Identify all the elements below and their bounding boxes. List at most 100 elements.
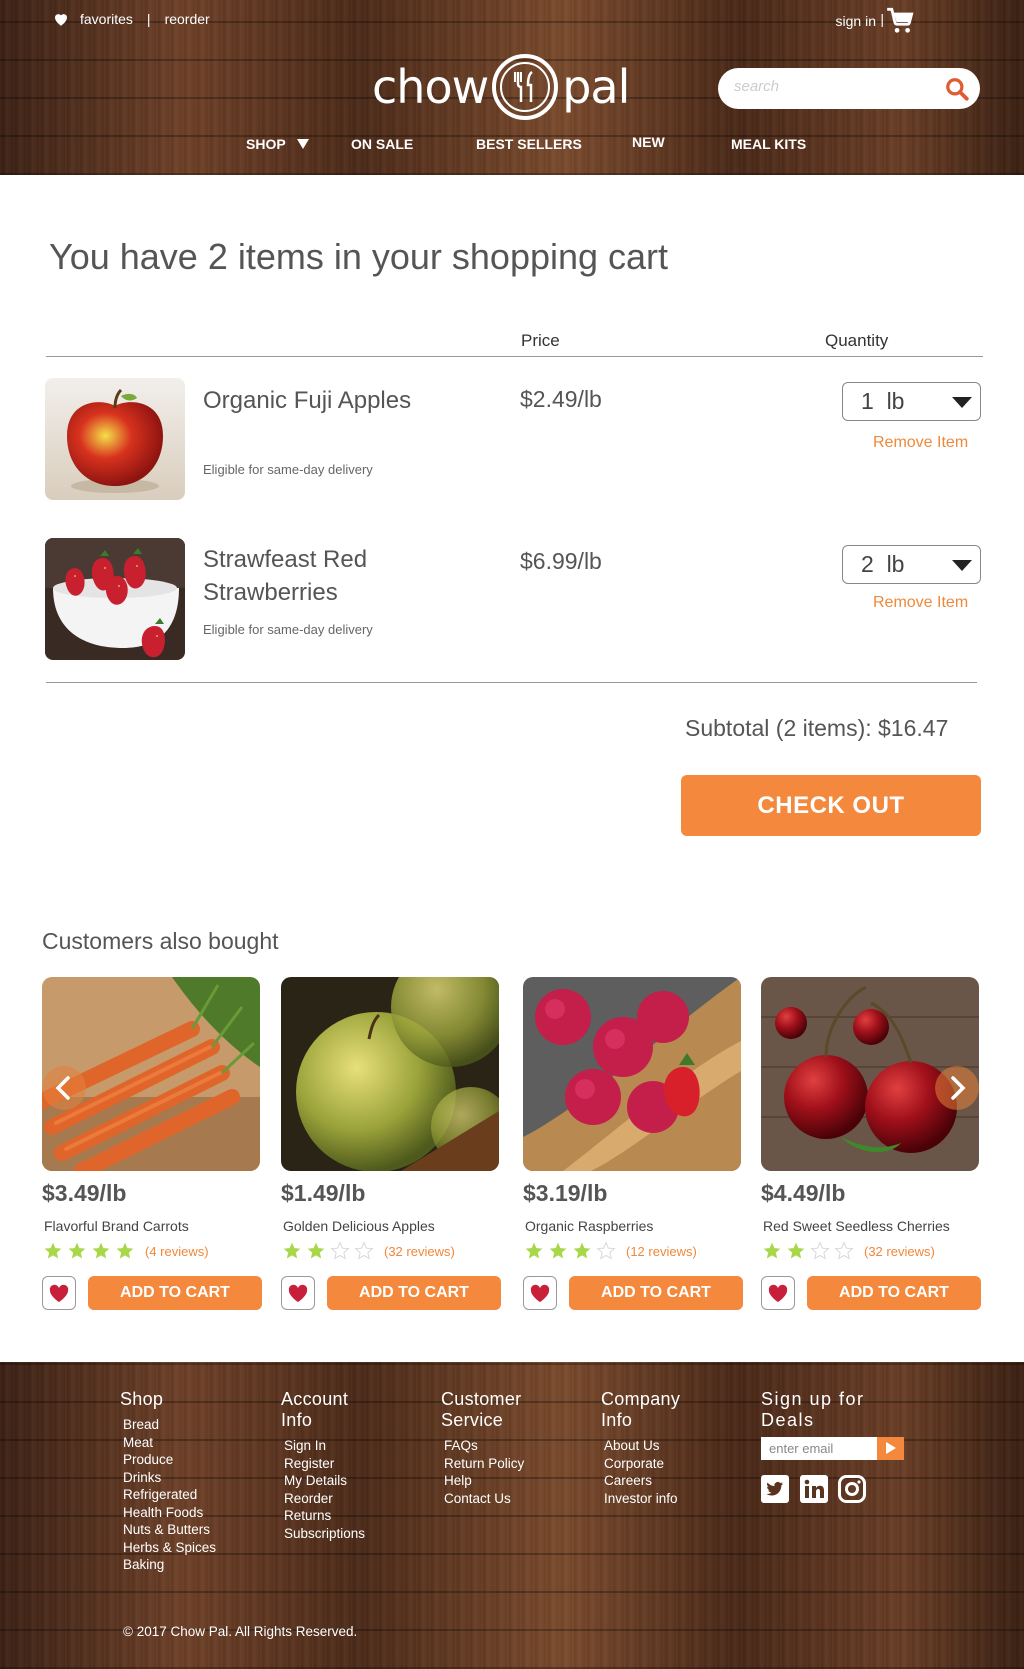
footer-link[interactable]: Corporate <box>604 1455 680 1473</box>
footer-heading-line: Service <box>441 1410 504 1430</box>
review-count[interactable]: (32 reviews) <box>864 1244 935 1259</box>
footer-link[interactable]: My Details <box>284 1472 365 1490</box>
sign-in-link[interactable]: sign in <box>836 13 876 29</box>
heart-icon[interactable] <box>52 10 70 28</box>
top-links: favorites | reorder <box>52 10 210 28</box>
footer-heading-line: Sign up for <box>761 1389 865 1409</box>
star-icon <box>68 1242 86 1259</box>
rec-image-raspberries[interactable] <box>523 977 741 1171</box>
heart-icon <box>49 1284 69 1303</box>
favorite-button[interactable] <box>42 1276 76 1310</box>
footer-link[interactable]: Investor info <box>604 1490 680 1508</box>
footer-link[interactable]: Register <box>284 1455 365 1473</box>
delivery-note: Eligible for same-day delivery <box>203 462 373 477</box>
footer-link[interactable]: Subscriptions <box>284 1525 365 1543</box>
remove-item-link[interactable]: Remove Item <box>873 594 968 612</box>
star-icon <box>834 1241 854 1260</box>
quantity-select[interactable]: 2 lb <box>842 545 981 584</box>
add-to-cart-button[interactable]: ADD TO CART <box>327 1276 501 1310</box>
site-footer: Shop Bread Meat Produce Drinks Refrigerated H… <box>0 1362 1024 1669</box>
favorite-button[interactable] <box>281 1276 315 1310</box>
footer-link[interactable]: Bread <box>123 1416 216 1434</box>
star-icon <box>573 1242 591 1259</box>
nav-on-sale[interactable]: ON SALE <box>351 136 413 152</box>
linkedin-icon[interactable] <box>799 1474 829 1504</box>
rec-name[interactable]: Red Sweet Seedless Cherries <box>763 1218 950 1234</box>
star-rating: (32 reviews) <box>282 1241 455 1261</box>
footer-link[interactable]: Returns <box>284 1507 365 1525</box>
footer-link[interactable]: Contact Us <box>444 1490 524 1508</box>
nav-new[interactable]: NEW <box>632 134 665 150</box>
play-icon[interactable] <box>877 1437 904 1460</box>
footer-link[interactable]: Produce <box>123 1451 216 1469</box>
footer-link[interactable]: Return Policy <box>444 1455 524 1473</box>
checkout-button[interactable]: CHECK OUT <box>681 775 981 836</box>
footer-link[interactable]: Sign In <box>284 1437 365 1455</box>
product-image-apple[interactable] <box>45 378 185 500</box>
footer-link[interactable]: Help <box>444 1472 524 1490</box>
star-icon <box>330 1241 350 1260</box>
twitter-icon[interactable] <box>760 1474 790 1504</box>
footer-link[interactable]: Herbs & Spices <box>123 1539 216 1557</box>
star-rating: (32 reviews) <box>762 1241 935 1261</box>
add-to-cart-button[interactable]: ADD TO CART <box>807 1276 981 1310</box>
add-to-cart-button[interactable]: ADD TO CART <box>88 1276 262 1310</box>
favorite-button[interactable] <box>761 1276 795 1310</box>
cart-item-name[interactable]: Strawfeast Red Strawberries <box>203 543 423 609</box>
search-icon[interactable] <box>944 76 970 102</box>
heart-icon <box>530 1284 550 1303</box>
email-input[interactable] <box>761 1437 873 1460</box>
review-count[interactable]: (4 reviews) <box>145 1244 209 1259</box>
footer-link[interactable]: Baking <box>123 1556 216 1574</box>
quantity-value: 2 lb <box>861 551 905 577</box>
footer-link[interactable]: Health Foods <box>123 1504 216 1522</box>
footer-link[interactable]: Refrigerated <box>123 1486 216 1504</box>
add-to-cart-button[interactable]: ADD TO CART <box>569 1276 743 1310</box>
reorder-link[interactable]: reorder <box>165 11 210 27</box>
search-input[interactable] <box>734 78 934 95</box>
nav-meal-kits[interactable]: MEAL KITS <box>731 136 806 152</box>
favorite-button[interactable] <box>523 1276 557 1310</box>
star-icon <box>354 1241 374 1260</box>
nav-shop-label: SHOP <box>246 136 286 152</box>
rec-name[interactable]: Golden Delicious Apples <box>283 1218 435 1234</box>
logo[interactable]: chow pal <box>372 52 630 122</box>
footer-shop-column: Shop Bread Meat Produce Drinks Refrigerated H… <box>120 1389 216 1574</box>
review-count[interactable]: (32 reviews) <box>384 1244 455 1259</box>
divider <box>46 682 977 683</box>
footer-link[interactable]: Meat <box>123 1434 216 1452</box>
nav-best-sellers[interactable]: BEST SELLERS <box>476 136 582 152</box>
footer-link[interactable]: Drinks <box>123 1469 216 1487</box>
footer-link[interactable]: FAQs <box>444 1437 524 1455</box>
footer-heading-line: Info <box>281 1410 313 1430</box>
chevron-right-icon[interactable] <box>935 1066 979 1110</box>
star-icon <box>787 1242 805 1259</box>
rec-price: $4.49/lb <box>761 1180 846 1206</box>
cart-icon[interactable] <box>886 7 914 35</box>
remove-item-link[interactable]: Remove Item <box>873 434 968 452</box>
chevron-down-icon <box>952 397 972 408</box>
nav-shop[interactable]: SHOP <box>246 136 310 152</box>
footer-deals-column: Sign up for Deals <box>761 1389 865 1437</box>
rec-image-golden-apples[interactable] <box>281 977 499 1171</box>
rec-name[interactable]: Flavorful Brand Carrots <box>44 1218 189 1234</box>
quantity-select[interactable]: 1 lb <box>842 382 981 421</box>
link-separator: | <box>146 11 151 27</box>
instagram-icon[interactable] <box>837 1474 867 1504</box>
search-box <box>718 68 980 109</box>
chevron-down-icon <box>952 560 972 571</box>
footer-link[interactable]: About Us <box>604 1437 680 1455</box>
footer-link[interactable]: Careers <box>604 1472 680 1490</box>
chevron-left-icon[interactable] <box>42 1066 86 1110</box>
product-image-strawberries[interactable] <box>45 538 185 660</box>
star-icon <box>596 1241 616 1260</box>
footer-heading: Company Info <box>601 1389 680 1431</box>
review-count[interactable]: (12 reviews) <box>626 1244 697 1259</box>
footer-heading: Customer Service <box>441 1389 524 1431</box>
rec-name[interactable]: Organic Raspberries <box>525 1218 653 1234</box>
footer-link[interactable]: Nuts & Butters <box>123 1521 216 1539</box>
cart-item-name[interactable]: Organic Fuji Apples <box>203 384 423 417</box>
favorites-link[interactable]: favorites <box>80 11 133 27</box>
footer-link[interactable]: Reorder <box>284 1490 365 1508</box>
star-icon <box>92 1242 110 1259</box>
